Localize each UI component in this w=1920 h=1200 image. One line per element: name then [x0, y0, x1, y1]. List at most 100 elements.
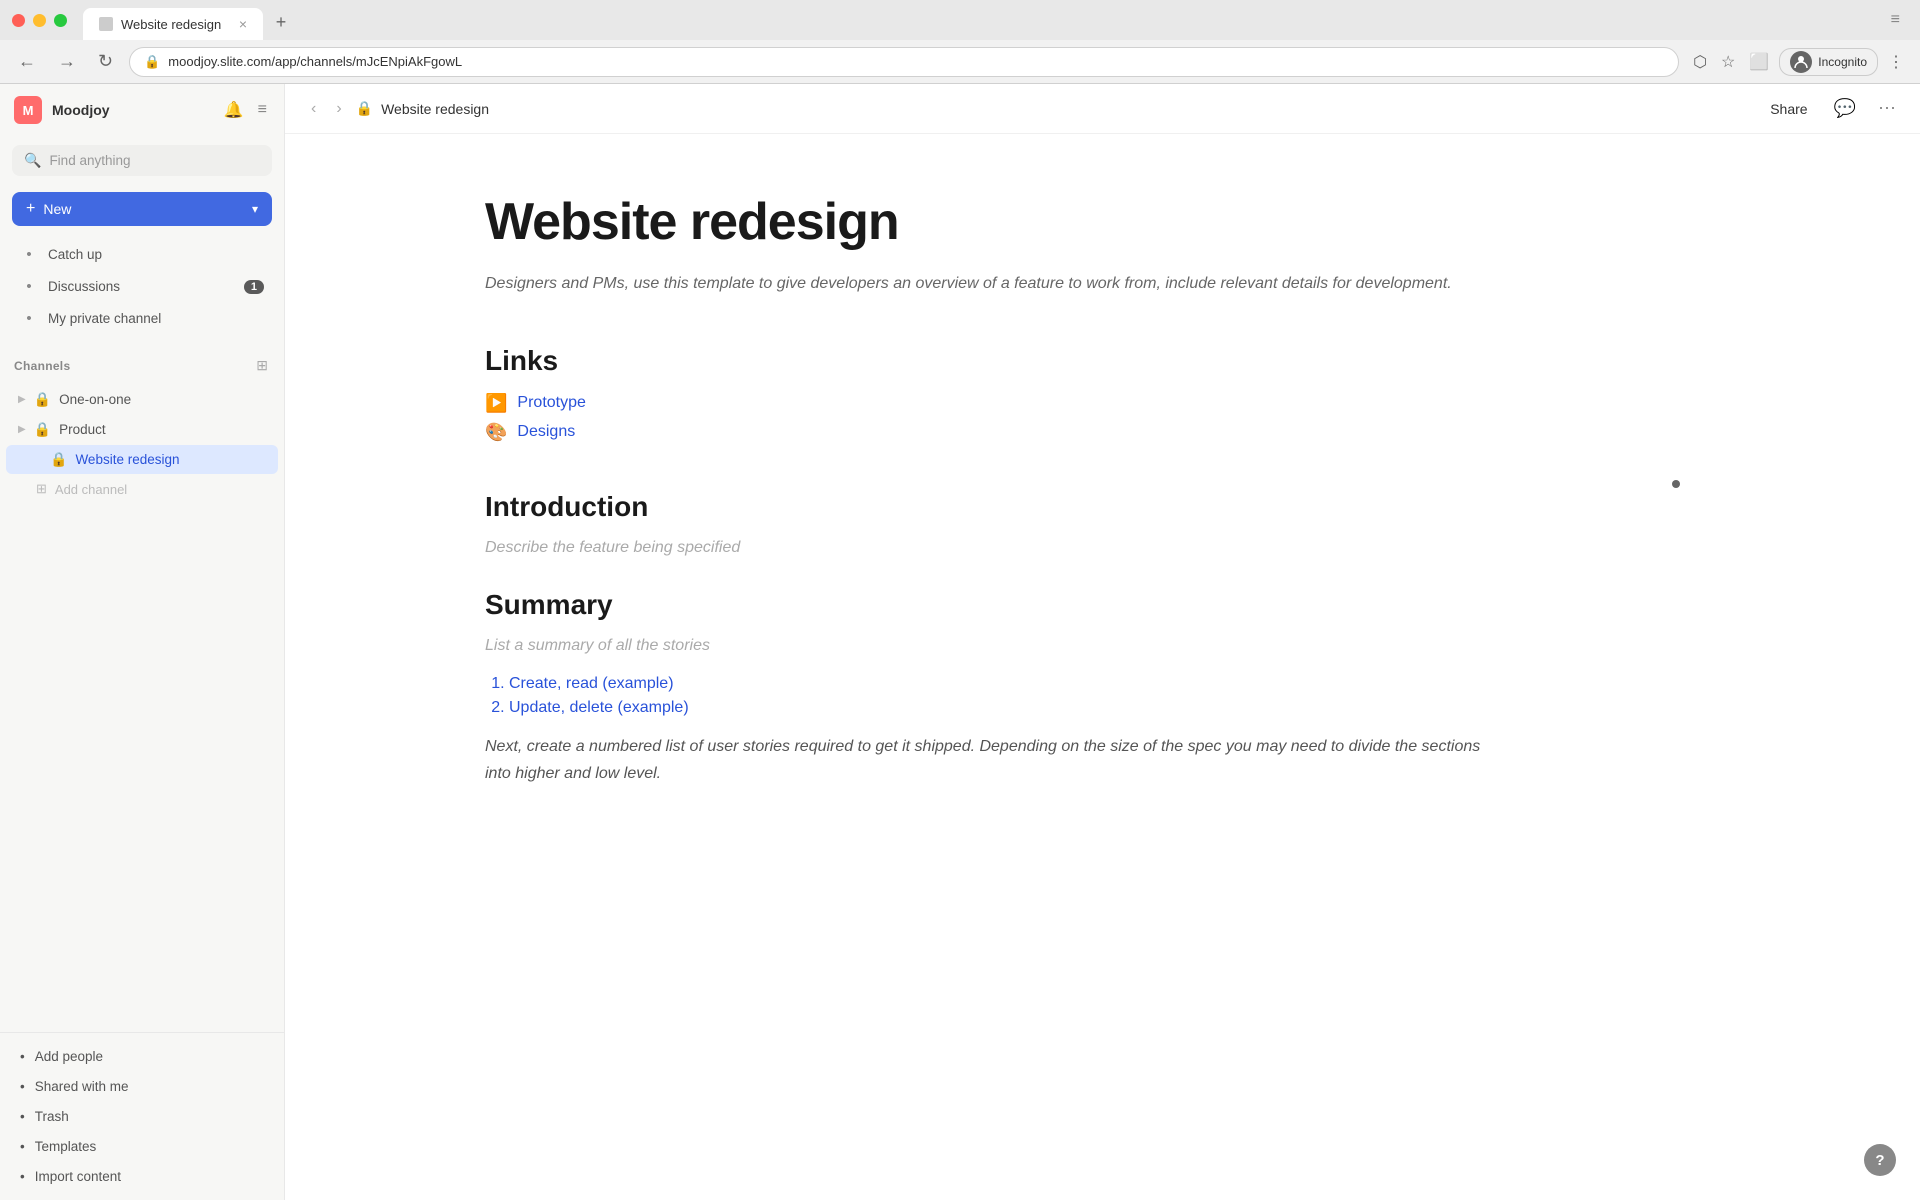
doc-more-button[interactable]: ⋯ [1874, 94, 1900, 123]
channels-add-button[interactable]: ⊞ [254, 355, 270, 376]
introduction-placeholder[interactable]: Describe the feature being specified [485, 539, 1485, 557]
sidebar-nav: • Catch up • Discussions 1 • My private … [0, 234, 284, 339]
bookmark-icon[interactable]: ☆ [1717, 48, 1739, 76]
channels-nav: ▶ 🔒 One-on-one ▶ 🔒 Product 🔒 Website red… [0, 380, 284, 508]
discussions-icon: • [20, 278, 38, 295]
comment-button[interactable]: 💬 [1830, 94, 1860, 123]
doc-forward-button[interactable]: › [330, 96, 347, 122]
browser-titlebar: Website redesign × + ≡ [0, 0, 1920, 40]
introduction-section: Introduction Describe the feature being … [485, 491, 1485, 557]
section-header-row: Channels ⊞ [14, 355, 270, 376]
sidebar-item-import-content[interactable]: • Import content [6, 1162, 278, 1191]
breadcrumb-title: Website redesign [381, 101, 489, 117]
app-container: M Moodjoy 🔔 ≡ 🔍 Find anything + New ▾ • … [0, 84, 1920, 1200]
shared-with-me-icon: • [20, 1079, 25, 1094]
channels-section-label: Channels [14, 359, 246, 373]
sidebar-item-shared-with-me[interactable]: • Shared with me [6, 1072, 278, 1101]
sidebar-item-website-redesign[interactable]: 🔒 Website redesign [6, 445, 278, 474]
sidebar: M Moodjoy 🔔 ≡ 🔍 Find anything + New ▾ • … [0, 84, 285, 1200]
prototype-icon: ▶️ [485, 393, 507, 414]
trash-label: Trash [35, 1109, 69, 1124]
workspace-name: Moodjoy [52, 102, 211, 118]
catch-up-label: Catch up [48, 247, 264, 262]
website-redesign-lock-icon: 🔒 [50, 451, 67, 468]
doc-subtitle: Designers and PMs, use this template to … [485, 271, 1485, 297]
sidebar-bottom: • Add people • Shared with me • Trash • … [0, 1032, 284, 1200]
browser-more-button[interactable]: ⋮ [1884, 48, 1908, 76]
tab-favicon [99, 17, 113, 31]
window-minimize-dot[interactable] [33, 14, 46, 27]
sidebar-header: M Moodjoy 🔔 ≡ [0, 84, 284, 137]
new-tab-button[interactable]: + [267, 8, 295, 36]
active-tab[interactable]: Website redesign × [83, 8, 263, 40]
sidebar-toggle-button[interactable]: ≡ [255, 98, 270, 122]
discussions-badge: 1 [244, 280, 264, 294]
share-button[interactable]: Share [1762, 97, 1815, 121]
links-section: Links ▶️ Prototype 🎨 Designs [485, 345, 1485, 443]
forward-button[interactable]: → [52, 47, 82, 76]
summary-section: Summary List a summary of all the storie… [485, 589, 1485, 787]
help-button[interactable]: ? [1864, 1144, 1896, 1176]
browser-chrome: Website redesign × + ≡ ← → ↻ 🔒 moodjoy.s… [0, 0, 1920, 84]
sidebar-item-private-channel[interactable]: • My private channel [6, 303, 278, 334]
add-channel-item[interactable]: ⊞ Add channel [6, 475, 278, 503]
incognito-avatar [1790, 51, 1812, 73]
summary-list-item-2[interactable]: Update, delete (example) [509, 699, 1485, 717]
sidebar-item-product[interactable]: ▶ 🔒 Product [6, 415, 278, 444]
website-redesign-label: Website redesign [75, 452, 264, 467]
prototype-label: Prototype [517, 394, 585, 412]
window-close-dot[interactable] [12, 14, 25, 27]
doc-body: Website redesign Designers and PMs, use … [285, 134, 1685, 1200]
templates-icon: • [20, 1139, 25, 1154]
cast-icon[interactable]: ⬡ [1689, 48, 1711, 76]
summary-placeholder[interactable]: List a summary of all the stories [485, 637, 1485, 655]
sidebar-item-discussions[interactable]: • Discussions 1 [6, 271, 278, 302]
refresh-button[interactable]: ↻ [92, 47, 119, 76]
sidebar-header-icons: 🔔 ≡ [221, 97, 270, 123]
discussions-label: Discussions [48, 279, 234, 294]
search-bar[interactable]: 🔍 Find anything [12, 145, 272, 176]
incognito-badge[interactable]: Incognito [1779, 48, 1878, 76]
window-menu-button[interactable]: ≡ [1891, 11, 1908, 29]
new-button[interactable]: + New ▾ [12, 192, 272, 226]
summary-list: Create, read (example) Update, delete (e… [509, 675, 1485, 717]
summary-list-item-1[interactable]: Create, read (example) [509, 675, 1485, 693]
tab-title: Website redesign [121, 17, 221, 32]
product-lock-icon: 🔒 [34, 421, 51, 438]
notifications-button[interactable]: 🔔 [221, 97, 247, 123]
one-on-one-label: One-on-one [59, 392, 264, 407]
import-content-icon: • [20, 1169, 25, 1184]
incognito-label: Incognito [1818, 55, 1867, 69]
url-text: moodjoy.slite.com/app/channels/mJcENpiAk… [168, 54, 462, 69]
sidebar-item-one-on-one[interactable]: ▶ 🔒 One-on-one [6, 385, 278, 414]
split-view-icon[interactable]: ⬜ [1745, 48, 1773, 76]
add-channel-icon: ⊞ [36, 481, 47, 497]
sidebar-item-catch-up[interactable]: • Catch up [6, 239, 278, 270]
browser-toolbar-icons: ⬡ ☆ ⬜ Incognito ⋮ [1689, 48, 1908, 76]
back-button[interactable]: ← [12, 47, 42, 76]
import-content-label: Import content [35, 1169, 121, 1184]
prototype-link[interactable]: ▶️ Prototype [485, 393, 1485, 414]
search-icon: 🔍 [24, 152, 41, 169]
breadcrumb-lock-icon: 🔒 [356, 100, 373, 117]
browser-window-controls [12, 14, 67, 27]
ssl-lock-icon: 🔒 [144, 54, 160, 70]
product-expand-icon: ▶ [18, 424, 26, 435]
designs-label: Designs [517, 423, 575, 441]
doc-back-button[interactable]: ‹ [305, 96, 322, 122]
window-maximize-dot[interactable] [54, 14, 67, 27]
workspace-avatar: M [14, 96, 42, 124]
doc-toolbar: ‹ › 🔒 Website redesign Share 💬 ⋯ [285, 84, 1920, 134]
sidebar-item-templates[interactable]: • Templates [6, 1132, 278, 1161]
private-channel-icon: • [20, 310, 38, 327]
sidebar-item-trash[interactable]: • Trash [6, 1102, 278, 1131]
templates-label: Templates [35, 1139, 97, 1154]
catch-up-icon: • [20, 246, 38, 263]
main-content: ‹ › 🔒 Website redesign Share 💬 ⋯ Website… [285, 84, 1920, 1200]
tab-close-button[interactable]: × [239, 16, 247, 32]
designs-link[interactable]: 🎨 Designs [485, 422, 1485, 443]
sidebar-item-add-people[interactable]: • Add people [6, 1042, 278, 1071]
new-plus-icon: + [26, 200, 35, 218]
trash-icon: • [20, 1109, 25, 1124]
address-bar[interactable]: 🔒 moodjoy.slite.com/app/channels/mJcENpi… [129, 47, 1679, 77]
